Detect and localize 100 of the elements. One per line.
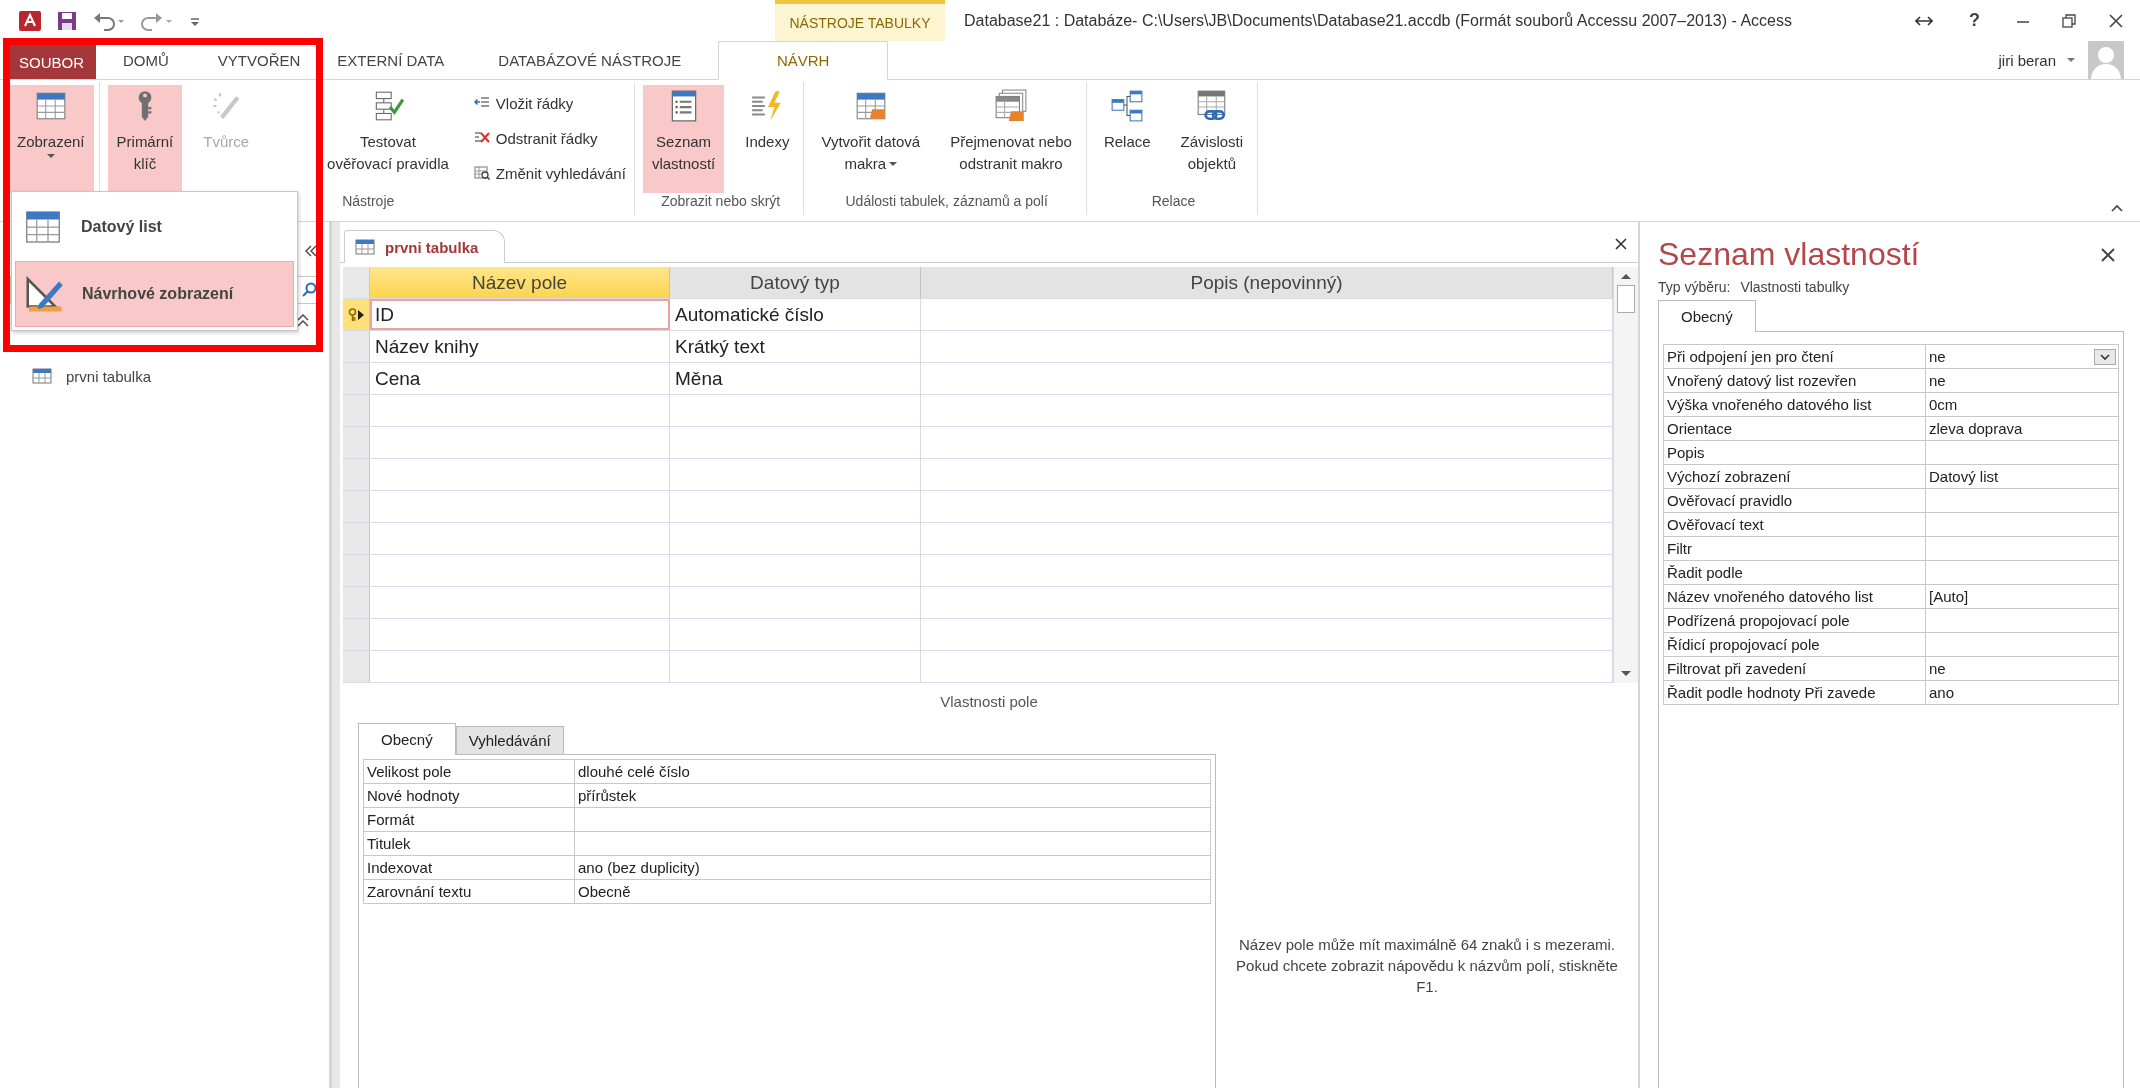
help-button[interactable]: ? — [1965, 10, 1984, 31]
group-label: Zobrazit nebo skrýt — [660, 193, 782, 211]
collapse-ribbon-icon[interactable] — [2110, 203, 2124, 213]
ribbon-button[interactable]: Odstranit řádky — [469, 122, 629, 154]
property-label: Orientace — [1664, 417, 1926, 440]
caret-icon[interactable] — [2066, 56, 2076, 64]
ribbon-tab[interactable]: EXTERNÍ DATA — [310, 41, 472, 79]
menu-item[interactable]: Návrhové zobrazení — [15, 261, 294, 327]
chevron-up-icon[interactable] — [297, 314, 309, 328]
empty-row[interactable] — [343, 459, 1613, 491]
group-label: Nástroje — [341, 193, 396, 211]
tables-scroll-icon — [994, 89, 1028, 123]
selection-type: Vlastnosti tabulky — [1740, 279, 1850, 295]
ribbon-button[interactable]: Změnit vyhledávání — [469, 157, 629, 189]
ribbon-tab[interactable]: VYTVOŘEN — [195, 41, 311, 79]
ribbon-tab[interactable]: DATABÁZOVÉ NÁSTROJE — [471, 41, 709, 79]
ribbon-button[interactable]: Indexy — [736, 85, 799, 193]
restore-icon[interactable] — [2062, 13, 2076, 28]
property-value[interactable]: ano (bez duplicity) — [575, 856, 1210, 879]
ribbon-tab[interactable]: NÁVRH — [718, 41, 889, 80]
property-label: Indexovat — [364, 856, 575, 879]
close-icon[interactable] — [2100, 246, 2116, 263]
property-label: Vnořený datový list rozevřen — [1664, 369, 1926, 392]
group-label: Události tabulek, záznamů a polí — [844, 193, 1049, 211]
nav-item[interactable]: prvni tabulka — [0, 362, 329, 390]
property-label: Výchozí zobrazení — [1664, 465, 1926, 488]
property-value[interactable]: [Auto] — [1926, 585, 2118, 608]
ribbon-button[interactable]: Vytvořit datová makra — [812, 85, 930, 193]
access-logo-icon[interactable] — [18, 8, 42, 33]
ribbon-tab[interactable]: SOUBOR — [7, 45, 96, 79]
property-label: Ověřovací text — [1664, 513, 1926, 536]
properties-tab[interactable]: Vyhledávání — [455, 726, 564, 754]
user-name[interactable]: jiri beran — [1998, 51, 2056, 69]
property-label: Zarovnání textu — [364, 880, 575, 903]
row-selector[interactable] — [343, 299, 370, 330]
menu-item[interactable]: Datový list — [15, 195, 294, 259]
ruler-pencil-icon — [24, 274, 64, 314]
data-type-cell[interactable]: Automatické číslo — [670, 299, 921, 330]
ribbon-button[interactable]: Přejmenovat nebo odstranit makro — [941, 85, 1081, 193]
property-value[interactable]: ne — [1926, 657, 2118, 680]
section-title: Vlastnosti pole — [939, 692, 1039, 712]
property-value[interactable]: dlouhé celé číslo — [575, 760, 1210, 783]
help-text: Název pole může mít maximálně 64 znaků i s mezerami. Pokud chcete zobrazit nápovědu k názvům polí, stiskněte F1. — [1235, 934, 1619, 997]
ribbon-button[interactable]: Závislosti objektů — [1171, 85, 1253, 193]
window-title: Database21 : Databáze- C:\Users\JB\Documents\Database21.accdb (Formát souborů Accessu 2007–2013) - Access — [963, 10, 1792, 31]
dropdown-icon[interactable] — [2094, 348, 2116, 365]
property-label: Název vnořeného datového list — [1664, 585, 1926, 608]
ribbon-button[interactable]: Vložit řádky — [469, 87, 629, 119]
close-icon[interactable] — [2108, 12, 2124, 29]
property-value[interactable]: Datový list — [1926, 465, 2118, 488]
pane-title: Seznam vlastností — [1658, 236, 1921, 273]
ribbon-tab[interactable]: DOMŮ — [96, 41, 196, 79]
property-label: Velikost pole — [364, 760, 575, 783]
empty-row[interactable] — [343, 427, 1613, 459]
empty-row[interactable] — [343, 395, 1613, 427]
key-icon — [348, 307, 357, 322]
table-icon — [32, 368, 52, 384]
ribbon-button[interactable]: Testovat ověřovací pravidla — [318, 85, 458, 193]
empty-row[interactable] — [343, 587, 1613, 619]
ribbon-button[interactable]: Relace — [1094, 85, 1160, 193]
scrollbar[interactable] — [1613, 267, 1638, 683]
property-label: Podřízená propojovací pole — [1664, 609, 1926, 632]
property-label: Filtr — [1664, 537, 1926, 560]
property-value[interactable]: zleva doprava — [1926, 417, 2118, 440]
table-magnifier-icon — [472, 165, 491, 181]
ribbon-button[interactable]: Seznam vlastností — [642, 85, 725, 193]
selection-type-label: Typ výběru: — [1658, 279, 1731, 295]
property-value[interactable]: přírůstek — [575, 784, 1210, 807]
close-icon[interactable] — [1614, 237, 1628, 251]
property-label: Při odpojení jen pro čtení — [1664, 345, 1926, 368]
empty-row[interactable] — [343, 523, 1613, 555]
ribbon-button[interactable]: Primární klíč — [107, 85, 183, 193]
field-name-cell[interactable]: Cena — [370, 363, 670, 394]
property-value[interactable]: Obecně — [575, 880, 1210, 903]
field-name-cell[interactable]: ID — [370, 299, 670, 330]
property-label: Řadit podle hodnoty Při zavede — [1664, 681, 1926, 704]
property-value[interactable]: ano — [1926, 681, 2118, 704]
data-type-cell[interactable]: Měna — [670, 363, 921, 394]
empty-row[interactable] — [343, 555, 1613, 587]
ribbon-button[interactable]: Zobrazení — [8, 85, 94, 193]
properties-tab[interactable]: Obecný — [358, 723, 456, 755]
data-type-cell[interactable]: Krátký text — [670, 331, 921, 362]
empty-row[interactable] — [343, 619, 1613, 651]
chevron-left-icon[interactable] — [305, 244, 317, 258]
field-name-cell[interactable]: Název knihy — [370, 331, 670, 362]
full-screen-icon[interactable] — [1915, 14, 1933, 27]
column-header[interactable]: Název pole — [370, 267, 670, 298]
avatar-icon[interactable] — [2088, 41, 2124, 79]
property-value[interactable]: ne — [1926, 345, 2118, 368]
properties-tab[interactable]: Obecný — [1658, 300, 1756, 332]
relationships-icon — [1110, 89, 1145, 123]
property-value[interactable]: 0cm — [1926, 393, 2118, 416]
scrollbar-thumb[interactable] — [1617, 285, 1635, 313]
table-icon — [355, 239, 375, 255]
save-icon[interactable] — [56, 9, 78, 32]
column-header[interactable]: Popis (nepovinný) — [921, 267, 1613, 298]
column-header[interactable]: Datový typ — [670, 267, 921, 298]
empty-row[interactable] — [343, 491, 1613, 523]
document-tab[interactable]: prvni tabulka — [344, 230, 506, 263]
property-value[interactable]: ne — [1926, 369, 2118, 392]
